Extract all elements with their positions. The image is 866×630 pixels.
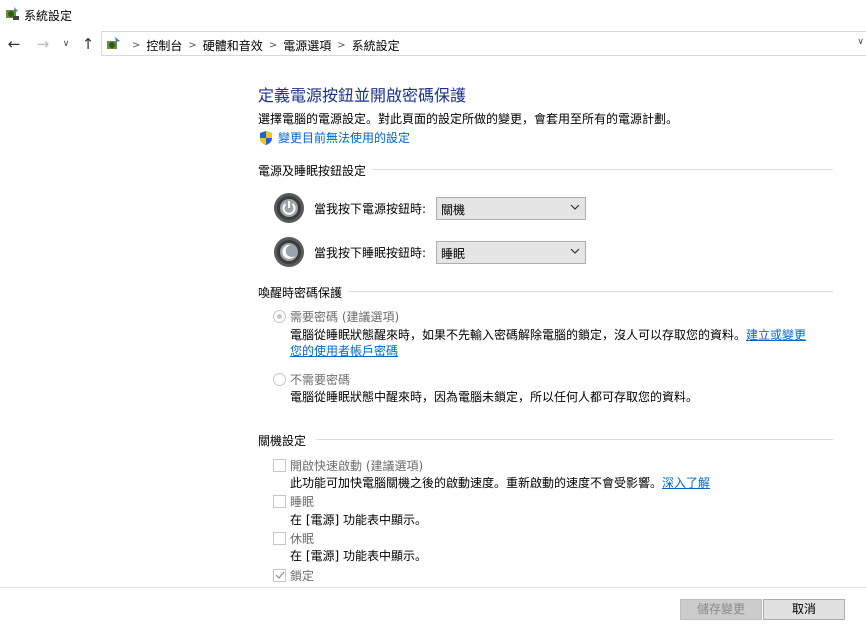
sleep-description: 在 [電源] 功能表中顯示。 <box>290 513 427 527</box>
power-buttons-section-header: 電源及睡眠按鈕設定 <box>258 164 367 178</box>
page-title: 定義電源按鈕並開啟密碼保護 <box>258 86 467 105</box>
window-title: 系統設定 <box>24 9 73 23</box>
require-password-desc-text: 電腦從睡眠狀態醒來時，如果不先輸入密碼解除電腦的鎖定，沒人可以存取您的資料。 <box>290 328 747 342</box>
section-divider <box>316 439 833 440</box>
breadcrumb-power-options[interactable]: 電源選項 <box>283 37 331 54</box>
lock-menu-option: 鎖定 <box>273 567 573 585</box>
chevron-down-icon <box>570 204 580 210</box>
up-arrow-icon[interactable]: ↑ <box>79 35 97 53</box>
sleep-label: 睡眠 <box>290 495 315 509</box>
sleep-button-action-select[interactable]: 睡眠 <box>436 240 586 264</box>
title-bar: 系統設定 <box>0 0 866 30</box>
sleep-menu-option: 睡眠 在 [電源] 功能表中顯示。 <box>273 493 573 527</box>
change-settings-link-text[interactable]: 變更目前無法使用的設定 <box>278 129 410 146</box>
hibernate-menu-option: 休眠 在 [電源] 功能表中顯示。 <box>273 530 573 564</box>
power-button-label: 當我按下電源按鈕時: <box>314 201 427 216</box>
recent-locations-chevron-icon[interactable]: ∨ <box>60 35 72 53</box>
power-button-action-value: 關機 <box>441 202 466 217</box>
learn-more-link[interactable]: 深入了解 <box>662 476 710 490</box>
change-unavailable-settings-link[interactable]: 變更目前無法使用的設定 <box>258 129 410 146</box>
hibernate-label: 休眠 <box>290 532 315 546</box>
fast-startup-description: 此功能可加快電腦關機之後的啟動速度。重新啟動的速度不會受影響。深入了解 <box>290 474 710 491</box>
create-or-change-password-link[interactable]: 建立或變更 <box>746 328 806 342</box>
breadcrumb-separator-icon[interactable]: > <box>269 40 277 51</box>
back-arrow-icon[interactable]: ← <box>5 35 23 53</box>
no-password-description: 電腦從睡眠狀態中醒來時，因為電腦未鎖定，所以任何人都可存取您的資料。 <box>290 390 699 404</box>
user-account-password-link[interactable]: 您的使用者帳戶密碼 <box>290 342 398 359</box>
fast-startup-label: 開啟快速啟動 (建議選項) <box>290 459 424 473</box>
shutdown-section-header: 關機設定 <box>258 434 307 448</box>
power-options-icon <box>6 7 19 20</box>
hibernate-checkbox[interactable] <box>273 532 286 545</box>
sleep-button-action-value: 睡眠 <box>441 246 466 261</box>
breadcrumb-separator-icon[interactable]: > <box>132 40 140 51</box>
require-password-description: 電腦從睡眠狀態醒來時，如果不先輸入密碼解除電腦的鎖定，沒人可以存取您的資料。建立… <box>290 326 806 343</box>
no-password-label: 不需要密碼 <box>290 373 351 387</box>
sleep-button-label: 當我按下睡眠按鈕時: <box>314 245 427 260</box>
section-divider <box>348 291 833 292</box>
sleep-button-row: 當我按下睡眠按鈕時: 睡眠 <box>273 236 586 268</box>
no-password-option: 不需要密碼 電腦從睡眠狀態中醒來時，因為電腦未鎖定，所以任何人都可存取您的資料。 <box>273 371 833 405</box>
power-button-action-select[interactable]: 關機 <box>436 196 586 220</box>
lock-label: 鎖定 <box>290 569 315 583</box>
no-password-radio[interactable] <box>273 373 286 386</box>
section-divider <box>372 169 833 170</box>
fast-startup-option: 開啟快速啟動 (建議選項) 此功能可加快電腦關機之後的啟動速度。重新啟動的速度不… <box>273 457 833 491</box>
require-password-radio[interactable] <box>273 310 286 323</box>
footer-bar: 儲存變更 取消 <box>0 587 866 630</box>
sleep-button-icon <box>274 237 304 267</box>
breadcrumb: > 控制台 > 硬體和音效 > 電源選項 > 系統設定 <box>126 37 400 54</box>
save-changes-button[interactable]: 儲存變更 <box>680 599 762 620</box>
checkmark-icon <box>275 571 285 580</box>
breadcrumb-system-settings[interactable]: 系統設定 <box>352 37 400 54</box>
breadcrumb-separator-icon[interactable]: > <box>188 40 196 51</box>
power-button-icon <box>274 193 304 223</box>
breadcrumb-separator-icon[interactable]: > <box>337 40 345 51</box>
control-panel-icon <box>107 37 120 49</box>
breadcrumb-control-panel[interactable]: 控制台 <box>146 37 182 54</box>
sleep-checkbox[interactable] <box>273 495 286 508</box>
chevron-down-icon <box>570 248 580 254</box>
fast-startup-checkbox[interactable] <box>273 459 286 472</box>
uac-shield-icon <box>260 130 272 145</box>
require-password-option: 需要密碼 (建議選項) 電腦從睡眠狀態醒來時，如果不先輸入密碼解除電腦的鎖定，沒… <box>273 308 833 358</box>
address-bar[interactable]: > 控制台 > 硬體和音效 > 電源選項 > 系統設定 ∨ <box>101 31 866 56</box>
require-password-label: 需要密碼 (建議選項) <box>290 310 400 324</box>
cancel-button[interactable]: 取消 <box>763 599 845 620</box>
fast-startup-desc-text: 此功能可加快電腦關機之後的啟動速度。重新啟動的速度不會受影響。 <box>290 476 663 490</box>
lock-checkbox[interactable] <box>273 569 286 582</box>
power-button-row: 當我按下電源按鈕時: 關機 <box>273 192 586 224</box>
hibernate-description: 在 [電源] 功能表中顯示。 <box>290 549 427 563</box>
address-dropdown-chevron-icon[interactable]: ∨ <box>857 37 864 47</box>
wake-password-section-header: 喚醒時密碼保護 <box>258 286 343 300</box>
forward-arrow-icon[interactable]: → <box>34 35 52 53</box>
breadcrumb-hardware-sound[interactable]: 硬體和音效 <box>203 37 263 54</box>
page-description: 選擇電腦的電源設定。對此頁面的設定所做的變更，會套用至所有的電源計劃。 <box>258 112 679 126</box>
